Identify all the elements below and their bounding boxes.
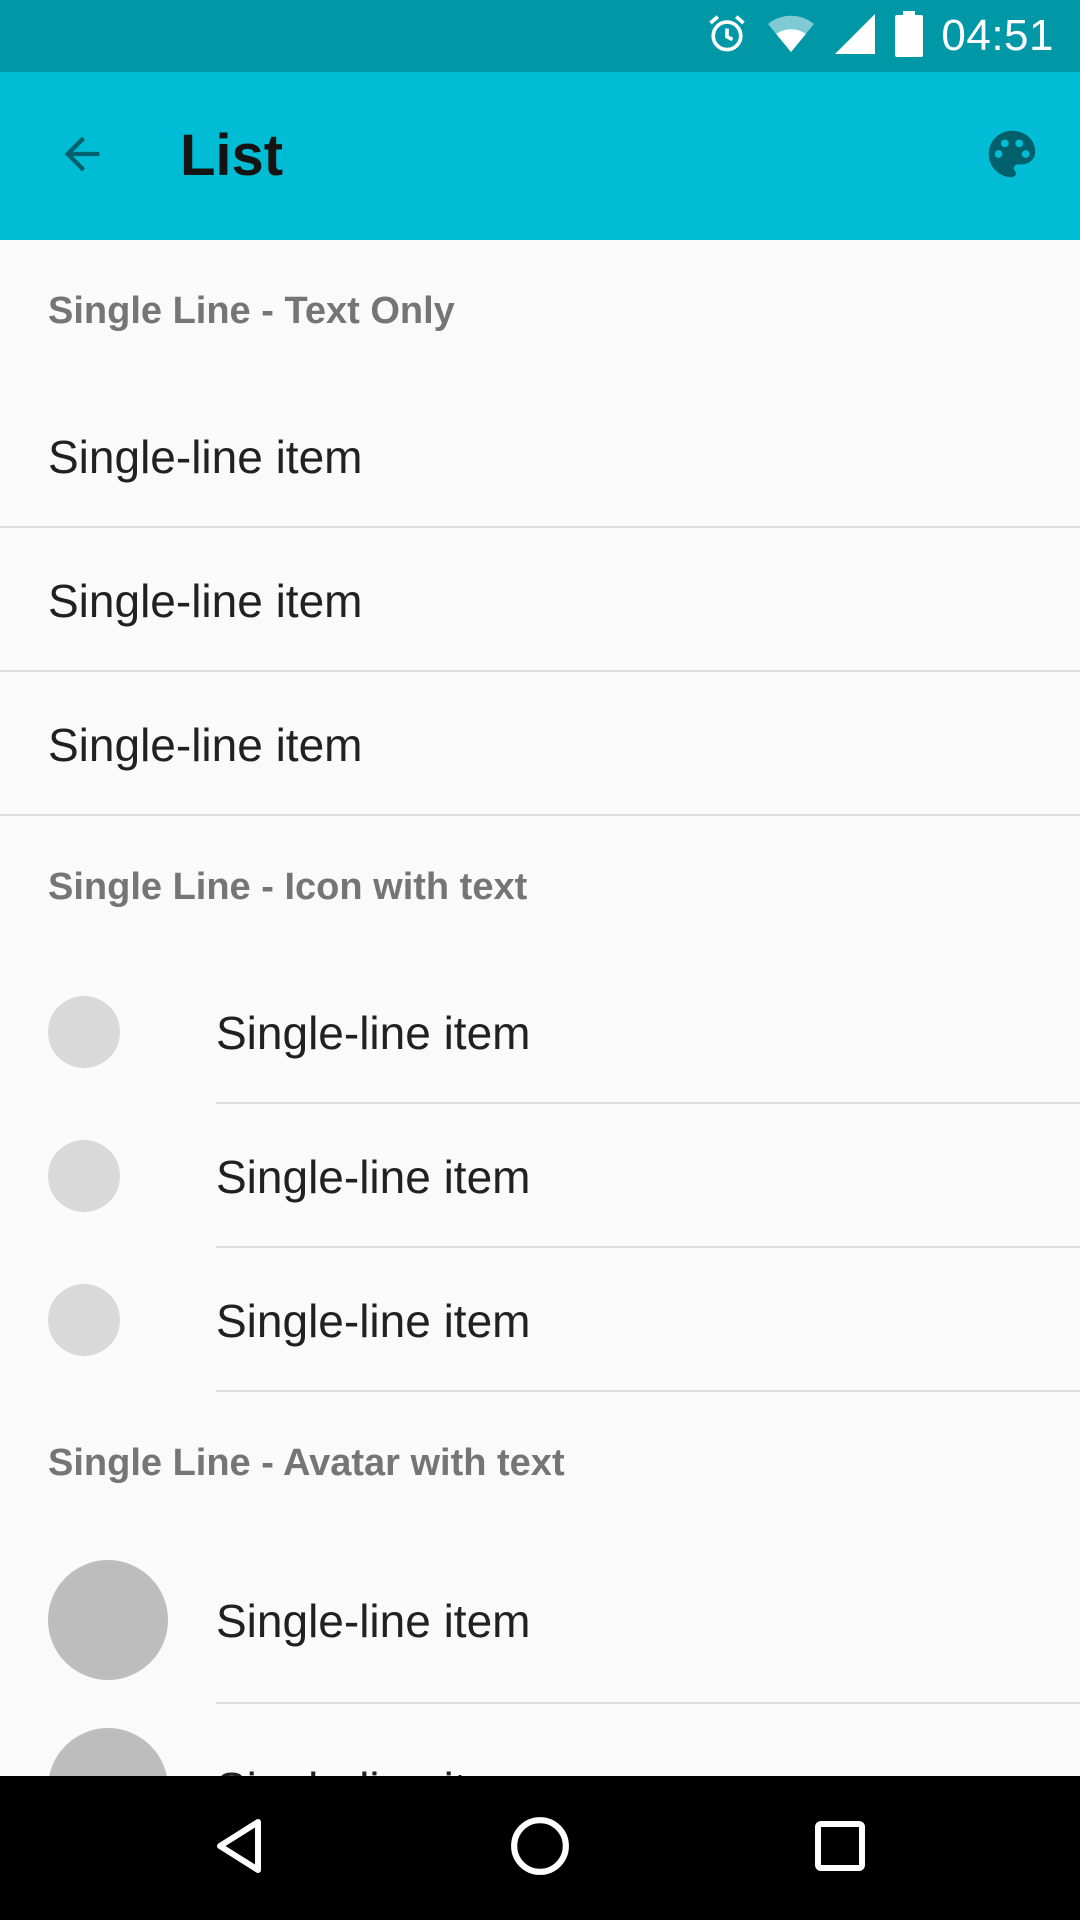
divider <box>216 1702 1080 1704</box>
divider <box>0 526 1080 528</box>
list-item[interactable]: Single-line item <box>216 1294 530 1348</box>
list-item[interactable]: Single-line item <box>216 1150 530 1204</box>
divider <box>0 670 1080 672</box>
palette-icon <box>981 123 1043 190</box>
wifi-icon <box>767 12 815 61</box>
avatar <box>48 1728 168 1776</box>
nav-home-button[interactable] <box>490 1798 590 1898</box>
recents-square-icon <box>812 1818 868 1879</box>
item-placeholder-icon <box>48 996 120 1068</box>
section-header-icon-with-text: Single Line - Icon with text <box>48 866 528 908</box>
item-placeholder-icon <box>48 1284 120 1356</box>
list-item[interactable]: Single-line item <box>48 430 362 484</box>
list-item[interactable]: Single-line item <box>48 574 362 628</box>
nav-back-button[interactable] <box>190 1798 290 1898</box>
nav-recents-button[interactable] <box>790 1798 890 1898</box>
battery-icon <box>895 10 924 62</box>
section-header-text-only: Single Line - Text Only <box>48 290 455 332</box>
divider <box>0 814 1080 816</box>
list-content[interactable]: Single Line - Text Only Single-line item… <box>0 240 1080 1776</box>
cell-signal-icon <box>833 12 877 61</box>
system-nav-bar <box>0 1776 1080 1920</box>
item-placeholder-icon <box>48 1140 120 1212</box>
list-item[interactable]: Single-line item <box>48 718 362 772</box>
list-item[interactable]: Single-line item <box>216 1762 530 1776</box>
section-header-avatar-with-text: Single Line - Avatar with text <box>48 1442 565 1484</box>
status-clock: 04:51 <box>941 11 1054 60</box>
back-triangle-icon <box>210 1816 270 1881</box>
back-button[interactable] <box>40 116 124 196</box>
page-title: List <box>180 123 284 188</box>
arrow-back-icon <box>56 128 108 185</box>
avatar <box>48 1560 168 1680</box>
status-icons: 04:51 <box>705 0 1054 72</box>
screen: 04:51 List Single Line - Text Only Singl… <box>0 0 1080 1920</box>
app-toolbar: List <box>0 72 1080 240</box>
divider <box>216 1246 1080 1248</box>
list-item[interactable]: Single-line item <box>216 1006 530 1060</box>
status-bar: 04:51 <box>0 0 1080 72</box>
alarm-icon <box>705 12 749 61</box>
home-circle-icon <box>509 1815 571 1882</box>
divider <box>216 1102 1080 1104</box>
list-item[interactable]: Single-line item <box>216 1594 530 1648</box>
theme-palette-button[interactable] <box>974 118 1050 194</box>
divider <box>216 1390 1080 1392</box>
